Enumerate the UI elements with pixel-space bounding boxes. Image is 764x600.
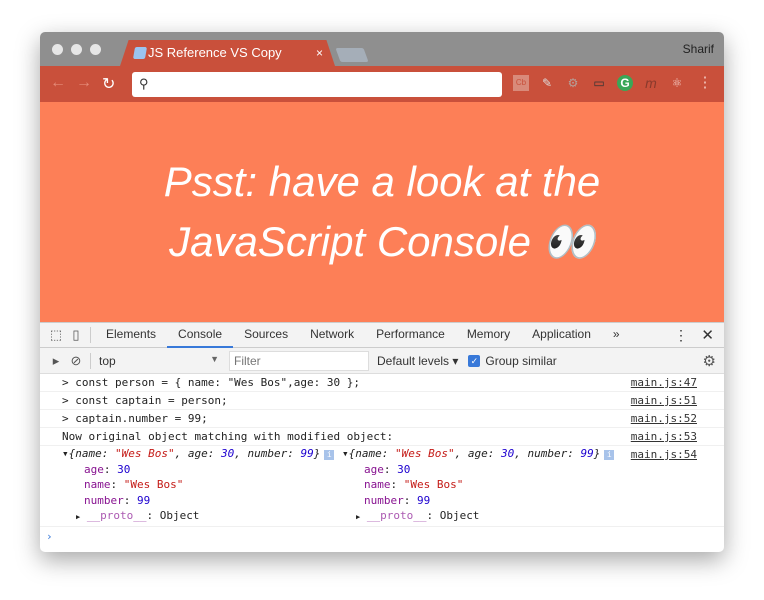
maximize-window-button[interactable] [90,44,101,55]
eyedropper-extension-icon[interactable]: ✎ [539,75,555,91]
object-tree[interactable]: ▾{name: "Wes Bos", age: 30, number: 99} i… [342,446,615,526]
tab-application[interactable]: Application [521,322,602,348]
browser-window: JS Reference VS Copy × Sharif ← → ↻ ⚲ Cb… [40,32,724,552]
favicon-icon [132,47,148,59]
tab-bar: JS Reference VS Copy × Sharif [40,32,724,66]
log-row: > const person = { name: "Wes Bos",age: … [40,374,724,392]
grammarly-extension-icon[interactable]: G [617,75,633,91]
search-icon: ⚲ [139,76,149,91]
info-icon: i [604,450,615,460]
extension-cb-icon[interactable]: Cb [513,75,529,91]
browser-toolbar: ← → ↻ ⚲ Cb ✎ ⚙ ▭ G m ⚛ ⋮ [40,66,724,102]
group-similar-label: Group similar [485,353,557,368]
tab-sources[interactable]: Sources [233,322,299,348]
menu-icon[interactable]: ⋮ [697,75,713,91]
tab-performance[interactable]: Performance [365,322,456,348]
object-log-row: main.js:54 ▾{name: "Wes Bos", age: 30, n… [40,446,724,526]
log-row: > captain.number = 99; main.js:52 [40,410,724,428]
reload-icon[interactable]: ↻ [102,74,115,94]
divider [90,327,91,343]
react-extension-icon[interactable]: ⚛ [669,75,685,91]
browser-tab[interactable]: JS Reference VS Copy × [120,40,335,66]
source-link[interactable]: main.js:52 [631,410,697,427]
tab-title: JS Reference VS Copy [148,45,282,60]
console-toolbar: ▸ ⊘ top▼ Default levels ▾ ✓ Group simila… [40,348,724,374]
forward-icon[interactable]: → [76,74,92,92]
source-link[interactable]: main.js:47 [631,374,697,391]
back-icon[interactable]: ← [50,74,66,92]
log-row: > const captain = person; main.js:51 [40,392,724,410]
minimize-window-button[interactable] [71,44,82,55]
address-bar[interactable]: ⚲ [132,72,502,97]
tab-elements[interactable]: Elements [95,322,167,348]
console-prompt[interactable]: › [40,526,724,546]
context-selector[interactable]: top ▼ [95,354,223,368]
tab-memory[interactable]: Memory [456,322,521,348]
divider [90,352,91,369]
source-link[interactable]: main.js:53 [631,428,697,445]
profile-name[interactable]: Sharif [683,42,714,56]
devtools-menu-icon[interactable]: ⋮ [674,327,688,344]
tab-close-icon[interactable]: × [316,40,323,66]
object-tree[interactable]: ▾{name: "Wes Bos", age: 30, number: 99} i… [62,446,335,526]
new-tab-button[interactable] [335,48,369,62]
tab-network[interactable]: Network [299,322,365,348]
group-similar-checkbox[interactable]: ✓ [468,354,481,367]
device-toolbar-icon[interactable]: ▯ [66,327,86,343]
window-extension-icon[interactable]: ▭ [591,75,607,91]
close-window-button[interactable] [52,44,63,55]
source-link[interactable]: main.js:51 [631,392,697,409]
source-link[interactable]: main.js:54 [631,447,697,462]
inspect-icon[interactable]: ⬚ [46,327,66,343]
log-levels-dropdown[interactable]: Default levels ▾ [377,354,458,368]
close-devtools-icon[interactable]: ✕ [701,326,714,344]
page-heading: Psst: have a look at the JavaScript Conso… [163,158,601,265]
log-row: Now original object matching with modifi… [40,428,724,446]
clear-console-icon[interactable]: ⊘ [66,353,86,369]
devtools-tabbar: ⬚ ▯ Elements Console Sources Network Per… [40,322,724,348]
page-content: Psst: have a look at the JavaScript Conso… [40,102,724,322]
info-icon: i [324,450,335,460]
tab-console[interactable]: Console [167,322,234,348]
filter-input[interactable] [229,350,369,371]
console-settings-icon[interactable]: ⚙ [703,352,716,370]
settings-extension-icon[interactable]: ⚙ [565,75,581,91]
sidebar-toggle-icon[interactable]: ▸ [46,353,66,369]
console-log: > const person = { name: "Wes Bos",age: … [40,374,724,546]
more-tabs-button[interactable]: » [602,322,631,348]
m-extension-icon[interactable]: m [643,75,659,91]
